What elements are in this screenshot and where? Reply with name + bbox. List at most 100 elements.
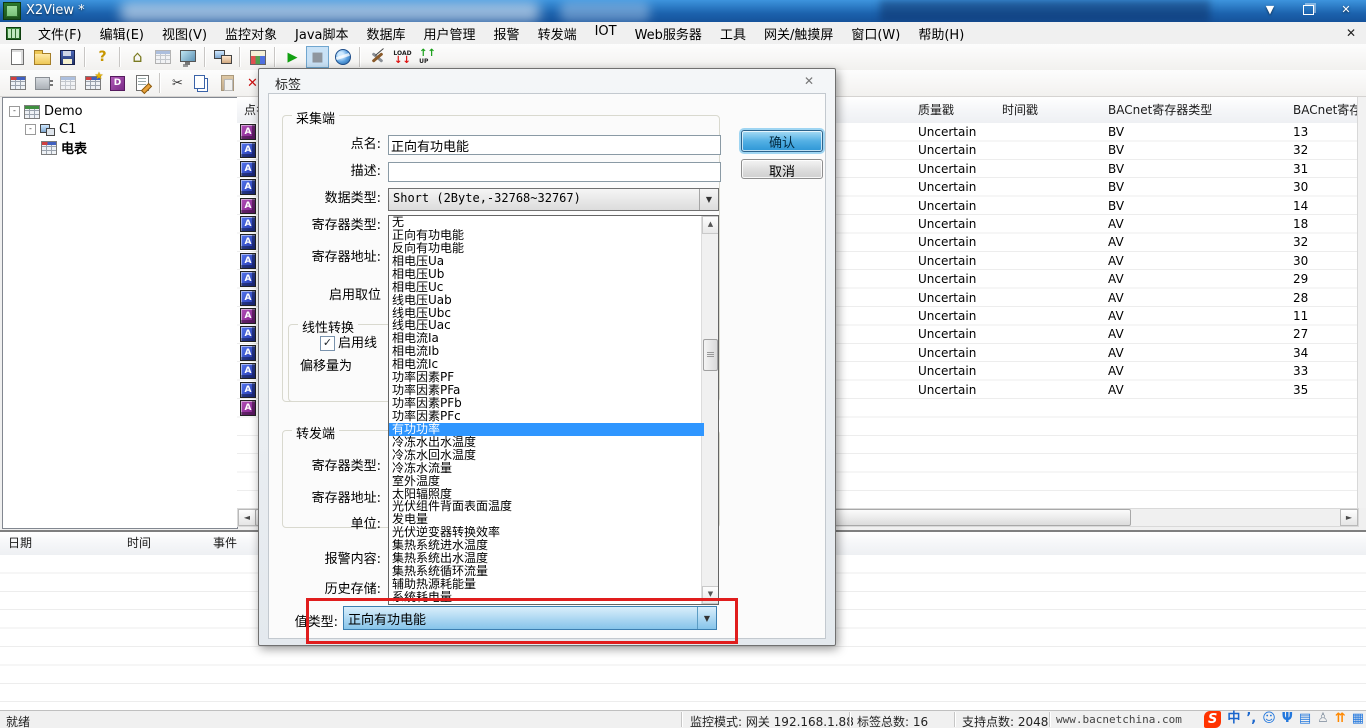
scroll-up-icon[interactable]: ▲: [702, 216, 719, 234]
register-option-15[interactable]: 功率因素PFc: [389, 410, 704, 423]
point-name-input[interactable]: [388, 135, 721, 155]
register-option-20[interactable]: 室外温度: [389, 475, 704, 488]
menu-item-8[interactable]: 转发端: [529, 21, 586, 46]
new-table-icon[interactable]: ★: [81, 72, 104, 94]
tree-item-label[interactable]: Demo: [44, 104, 83, 119]
register-option-16[interactable]: 有功功率: [389, 423, 704, 436]
column-header-bacnet-type[interactable]: BACnet寄存器类型: [1108, 97, 1283, 123]
register-option-27[interactable]: 集热系统循环流量: [389, 565, 704, 578]
register-option-23[interactable]: 发电量: [389, 513, 704, 526]
menu-item-0[interactable]: 文件(F): [29, 21, 91, 46]
confirm-button[interactable]: 确认: [741, 130, 823, 152]
register-option-25[interactable]: 集热系统进水温度: [389, 539, 704, 552]
register-option-1[interactable]: 正向有功电能: [389, 229, 704, 242]
close-icon[interactable]: ✕: [1334, 1, 1358, 19]
register-option-19[interactable]: 冷冻水流量: [389, 462, 704, 475]
menu-item-10[interactable]: Web服务器: [626, 21, 711, 46]
menu-item-12[interactable]: 网关/触摸屏: [755, 21, 842, 46]
scroll-right-icon[interactable]: ►: [1340, 509, 1358, 526]
network-icon[interactable]: [211, 46, 234, 68]
register-option-17[interactable]: 冷冻水出水温度: [389, 436, 704, 449]
web-refresh-icon[interactable]: [331, 46, 354, 68]
download-icon[interactable]: LOAD↓↓: [391, 46, 414, 68]
apps-grid-icon[interactable]: ▦: [1352, 710, 1364, 728]
emoji-icon[interactable]: ☺: [1262, 710, 1276, 728]
table-disabled-icon[interactable]: [56, 72, 79, 94]
column-header-date[interactable]: 日期: [8, 532, 113, 555]
column-header-bacnet-addr[interactable]: BACnet寄存器地址: [1293, 97, 1357, 123]
mdi-child-icon[interactable]: [6, 27, 21, 40]
register-option-0[interactable]: 无: [389, 216, 704, 229]
register-option-11[interactable]: 相电流Ic: [389, 358, 704, 371]
minimize-icon[interactable]: ▼: [1258, 1, 1282, 19]
stop-icon[interactable]: ■: [306, 46, 329, 68]
menu-item-1[interactable]: 编辑(E): [91, 21, 153, 46]
paste-icon[interactable]: [216, 72, 239, 94]
cut-icon[interactable]: ✂: [166, 72, 189, 94]
properties-icon[interactable]: [131, 72, 154, 94]
save-file-icon[interactable]: [56, 46, 79, 68]
register-option-5[interactable]: 相电压Uc: [389, 281, 704, 294]
run-icon[interactable]: ▶: [281, 46, 304, 68]
monitor-view-icon[interactable]: [176, 46, 199, 68]
dialog-close-icon[interactable]: ✕: [801, 73, 817, 89]
scroll-thumb[interactable]: [703, 339, 718, 371]
register-option-2[interactable]: 反向有功电能: [389, 242, 704, 255]
table-icon[interactable]: [6, 72, 29, 94]
menu-item-14[interactable]: 帮助(H): [909, 21, 973, 46]
open-file-icon[interactable]: [31, 46, 54, 68]
tree-item-Demo[interactable]: -Demo: [9, 103, 83, 120]
database-icon[interactable]: D: [106, 72, 129, 94]
tree-item-label[interactable]: C1: [59, 122, 76, 137]
register-option-22[interactable]: 光伏组件背面表面温度: [389, 500, 704, 513]
upload-icon[interactable]: ↑↑UP: [416, 46, 439, 68]
description-input[interactable]: [388, 162, 721, 182]
register-option-21[interactable]: 太阳辐照度: [389, 488, 704, 501]
chevron-down-icon[interactable]: ▼: [699, 189, 718, 210]
mdi-close-icon[interactable]: ✕: [1346, 26, 1356, 40]
register-option-12[interactable]: 功率因素PF: [389, 371, 704, 384]
menu-item-9[interactable]: IOT: [586, 21, 626, 46]
user-icon[interactable]: ♙: [1317, 710, 1329, 728]
register-option-8[interactable]: 线电压Uac: [389, 319, 704, 332]
sogou-logo-icon[interactable]: S: [1204, 711, 1221, 728]
grid-view-icon[interactable]: [151, 46, 174, 68]
tree-expander-icon[interactable]: -: [25, 124, 36, 135]
microphone-icon[interactable]: Ψ: [1282, 710, 1293, 728]
menu-item-5[interactable]: 数据库: [358, 21, 415, 46]
chinese-mode-icon[interactable]: 中: [1227, 710, 1240, 728]
menu-item-11[interactable]: 工具: [711, 21, 755, 46]
keyboard-icon[interactable]: ▤: [1299, 710, 1311, 728]
menu-item-13[interactable]: 窗口(W): [842, 21, 909, 46]
register-option-18[interactable]: 冷冻水回水温度: [389, 449, 704, 462]
register-option-4[interactable]: 相电压Ub: [389, 268, 704, 281]
register-type-droplist[interactable]: ▲ ▼ 无正向有功电能反向有功电能相电压Ua相电压Ub相电压Uc线电压Uab线电…: [388, 215, 719, 605]
home-icon[interactable]: ⌂: [126, 46, 149, 68]
points-vertical-scrollbar[interactable]: [1357, 97, 1366, 508]
menu-item-4[interactable]: Java脚本: [286, 21, 357, 46]
cancel-button[interactable]: 取消: [741, 159, 823, 179]
menu-item-7[interactable]: 报警: [485, 21, 529, 46]
help-icon[interactable]: ?: [91, 46, 114, 68]
register-option-3[interactable]: 相电压Ua: [389, 255, 704, 268]
io-config-icon[interactable]: [246, 46, 269, 68]
enable-linear-checkbox[interactable]: ✓: [320, 336, 335, 351]
tree-item-电表[interactable]: 电表: [41, 139, 87, 156]
menu-item-2[interactable]: 视图(V): [153, 21, 216, 46]
copy-icon[interactable]: [191, 72, 214, 94]
register-option-7[interactable]: 线电压Ubc: [389, 307, 704, 320]
register-option-26[interactable]: 集热系统出水温度: [389, 552, 704, 565]
tools-icon[interactable]: [366, 46, 389, 68]
register-option-6[interactable]: 线电压Uab: [389, 294, 704, 307]
connect-icon[interactable]: [31, 72, 54, 94]
register-option-14[interactable]: 功率因素PFb: [389, 397, 704, 410]
register-option-24[interactable]: 光伏逆变器转换效率: [389, 526, 704, 539]
register-option-10[interactable]: 相电流Ib: [389, 345, 704, 358]
new-file-icon[interactable]: [6, 46, 29, 68]
menu-item-3[interactable]: 监控对象: [216, 21, 286, 46]
column-header-quality[interactable]: 质量戳: [918, 97, 993, 123]
column-header-time[interactable]: 时间: [127, 532, 202, 555]
tree-item-C1[interactable]: - C1: [25, 121, 76, 138]
column-header-timestamp[interactable]: 时间戳: [1002, 97, 1092, 123]
tree-item-label[interactable]: 电表: [61, 138, 87, 157]
